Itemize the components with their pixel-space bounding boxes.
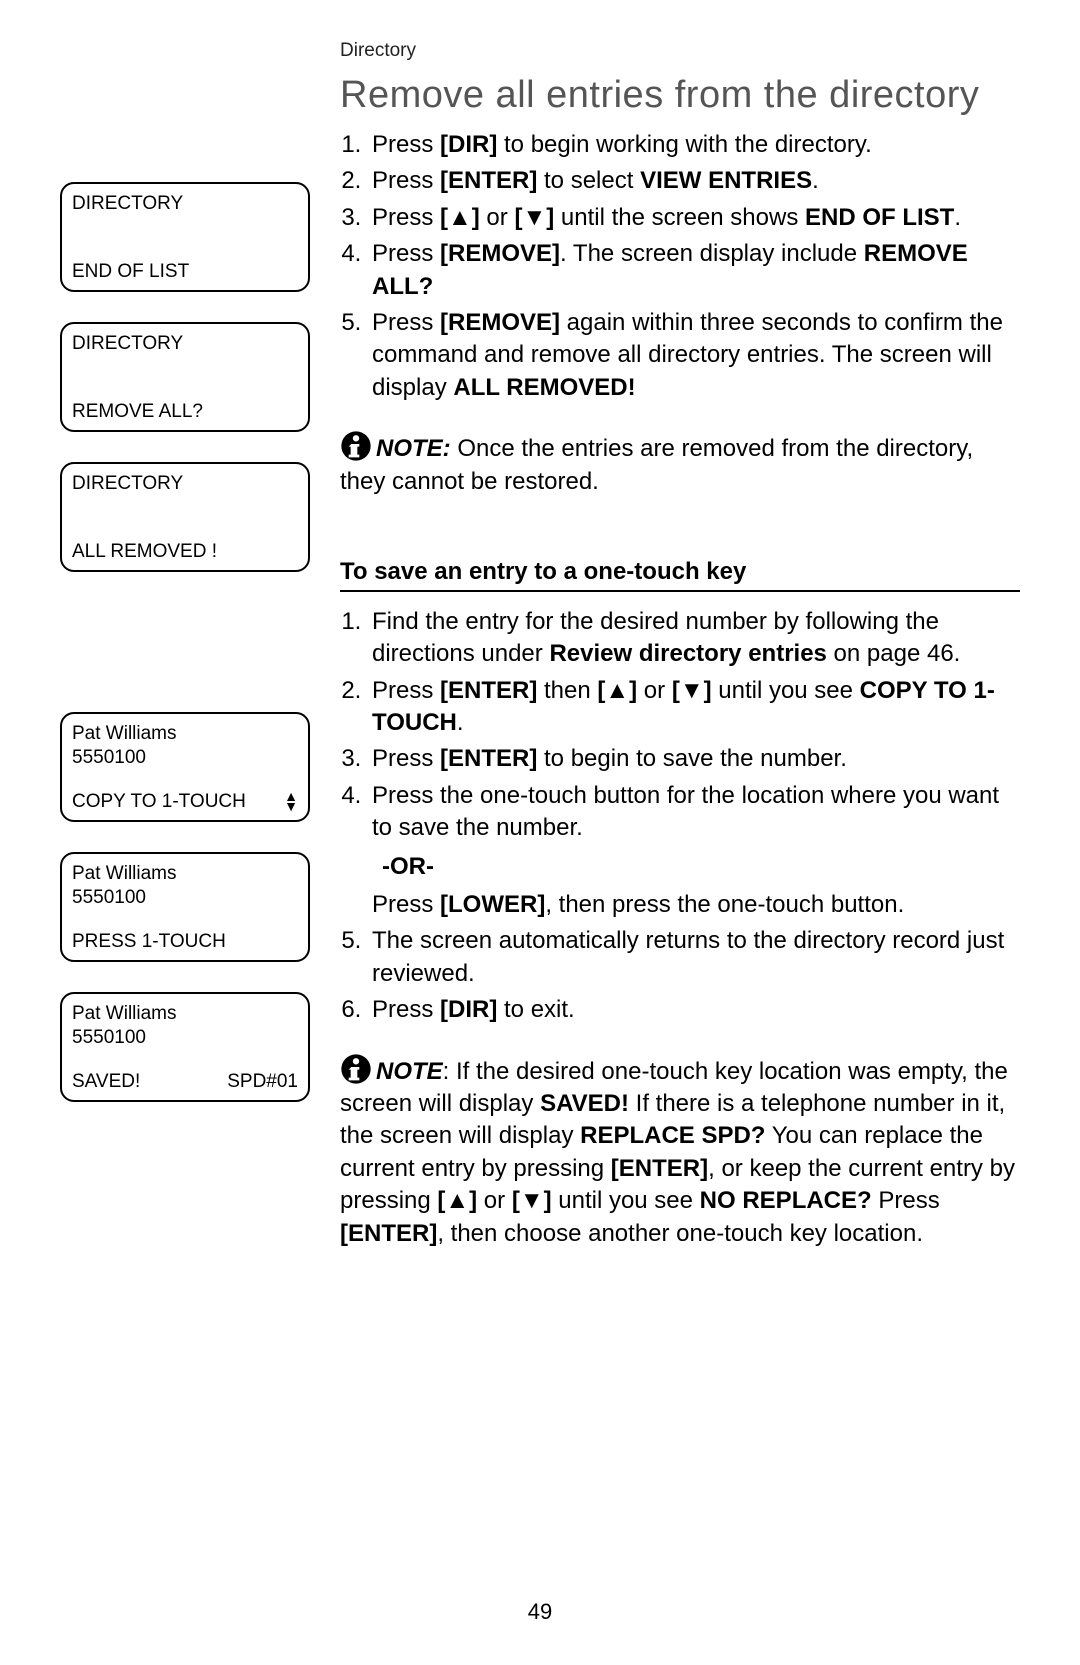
note-a: NOTE: Once the entries are removed from … bbox=[340, 430, 1020, 498]
lcd-bottom-left: PRESS 1-TOUCH bbox=[72, 930, 226, 954]
or-label: -OR- bbox=[372, 851, 1020, 883]
subheading-b: To save an entry to a one-touch key bbox=[340, 558, 1020, 592]
lcd-bottom-left: COPY TO 1-TOUCH bbox=[72, 790, 246, 814]
step-item: Press [ENTER] to begin to save the numbe… bbox=[368, 743, 1020, 775]
step-item: The screen automatically returns to the … bbox=[368, 925, 1020, 990]
lcd-bottom-left: REMOVE ALL? bbox=[72, 400, 203, 424]
left-column: DIRECTORY END OF LIST DIRECTORY REMOVE ALL?… bbox=[60, 74, 310, 1250]
note-b: NOTE: If the desired one-touch key locat… bbox=[340, 1053, 1020, 1250]
lcd-screen: Pat Williams 5550100 PRESS 1-TOUCH bbox=[60, 852, 310, 962]
step-item: Press [ENTER] to select VIEW ENTRIES. bbox=[368, 165, 1020, 197]
lcd-top-text: DIRECTORY bbox=[72, 192, 298, 216]
lcd-screen: Pat Williams 5550100 COPY TO 1-TOUCH ▲▼ bbox=[60, 712, 310, 822]
step-item: Press [▲] or [▼] until the screen shows … bbox=[368, 202, 1020, 234]
page-title: Remove all entries from the directory bbox=[340, 74, 1020, 117]
step-item: Press [ENTER] then [▲] or [▼] until you … bbox=[368, 675, 1020, 740]
lcd-top-text: DIRECTORY bbox=[72, 472, 298, 496]
lcd-bottom-left: SAVED! bbox=[72, 1070, 140, 1094]
lcd-screen: DIRECTORY REMOVE ALL? bbox=[60, 322, 310, 432]
lcd-bottom-left: ALL REMOVED ! bbox=[72, 540, 217, 564]
or-alternative: Press [LOWER], then press the one-touch … bbox=[372, 889, 1020, 921]
lcd-top-text: Pat Williams 5550100 bbox=[72, 862, 298, 910]
up-down-arrows-icon: ▲▼ bbox=[284, 792, 298, 812]
step-item: Find the entry for the desired number by… bbox=[368, 606, 1020, 671]
step-item: Press the one-touch button for the locat… bbox=[368, 780, 1020, 922]
lcd-bottom-right: SPD#01 bbox=[227, 1070, 298, 1094]
step-item: Press [REMOVE]. The screen display inclu… bbox=[368, 238, 1020, 303]
info-icon bbox=[340, 1053, 372, 1085]
lcd-screen: DIRECTORY END OF LIST bbox=[60, 182, 310, 292]
lcd-top-text: DIRECTORY bbox=[72, 332, 298, 356]
step-item: Press [DIR] to exit. bbox=[368, 994, 1020, 1026]
right-column: Remove all entries from the directory Pr… bbox=[340, 74, 1020, 1250]
lcd-screen: Pat Williams 5550100 SAVED! SPD#01 bbox=[60, 992, 310, 1102]
page-number: 49 bbox=[0, 1599, 1080, 1625]
lcd-top-text: Pat Williams 5550100 bbox=[72, 722, 298, 770]
lcd-screen: DIRECTORY ALL REMOVED ! bbox=[60, 462, 310, 572]
step-item: Press [DIR] to begin working with the di… bbox=[368, 129, 1020, 161]
section-header: Directory bbox=[340, 40, 1020, 62]
step-item: Press [REMOVE] again within three second… bbox=[368, 307, 1020, 404]
steps-list-b: Find the entry for the desired number by… bbox=[340, 606, 1020, 1027]
lcd-top-text: Pat Williams 5550100 bbox=[72, 1002, 298, 1050]
info-icon bbox=[340, 430, 372, 462]
lcd-bottom-left: END OF LIST bbox=[72, 260, 189, 284]
steps-list-a: Press [DIR] to begin working with the di… bbox=[340, 129, 1020, 404]
